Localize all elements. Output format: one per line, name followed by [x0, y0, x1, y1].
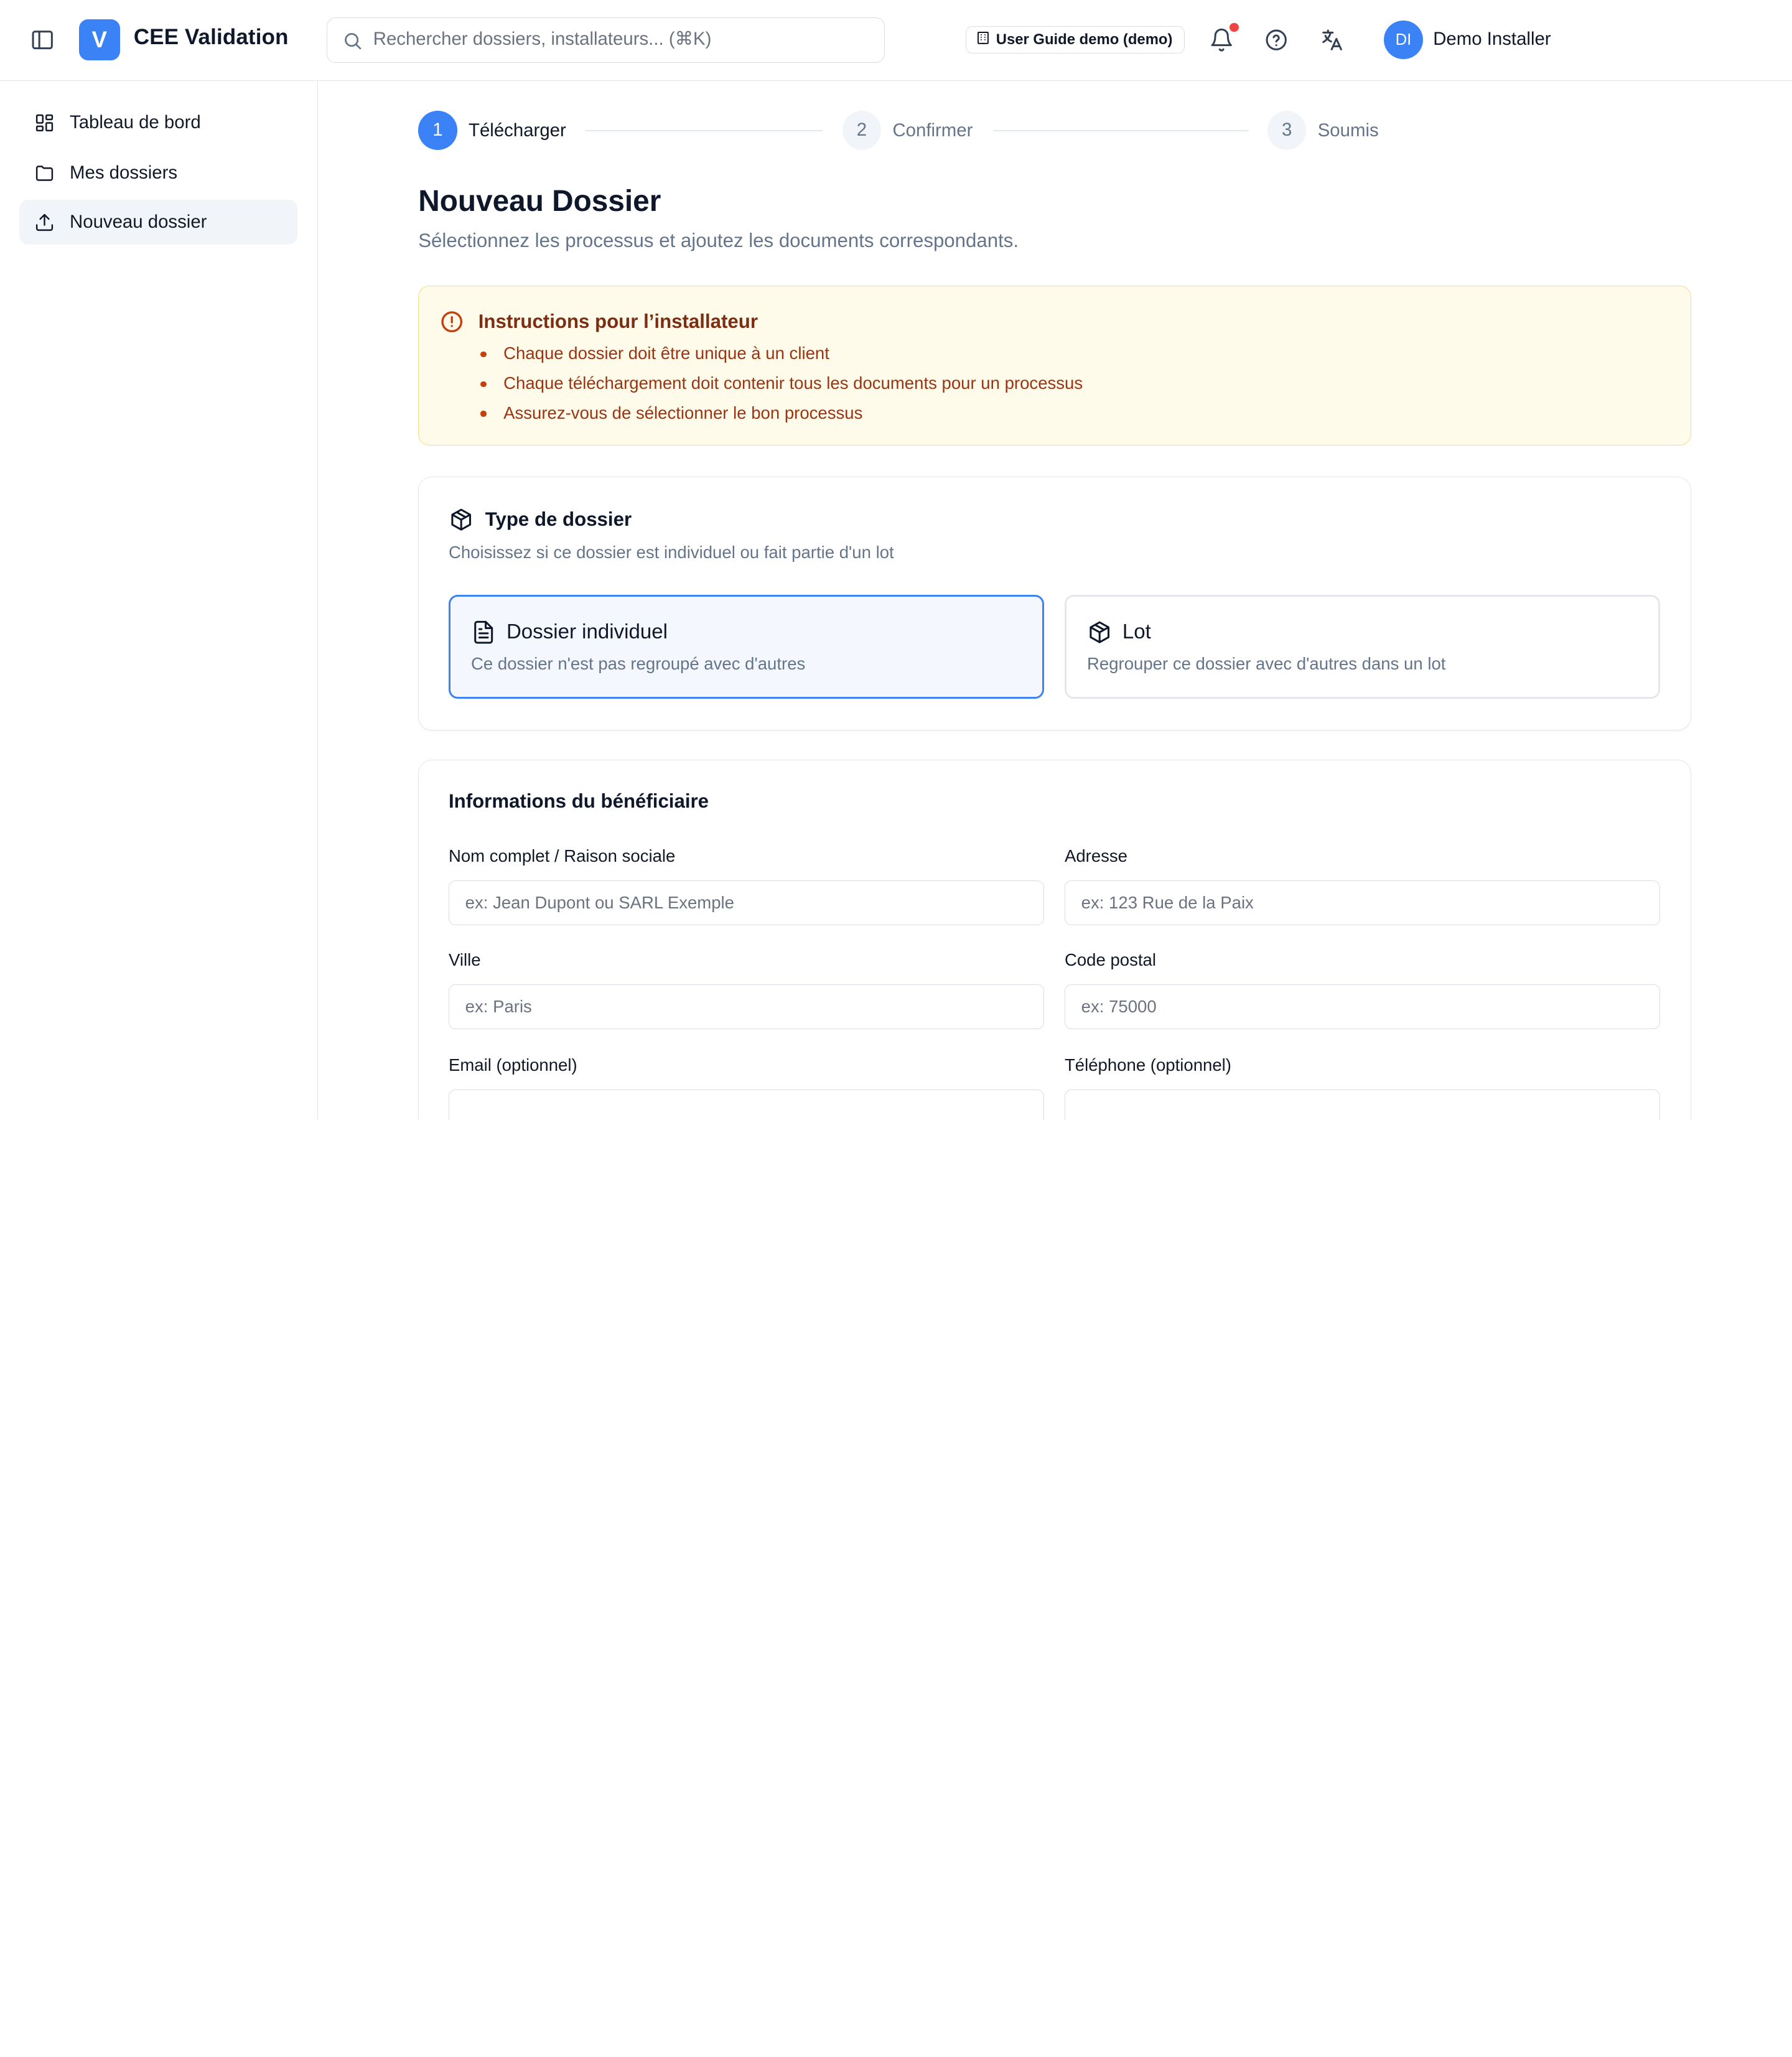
dossier-type-description: Choisissez si ce dossier est individuel …	[448, 542, 894, 562]
step-3-label: Soumis	[1317, 119, 1379, 141]
top-header: V CEE Validation User Guide demo (demo) …	[0, 0, 1792, 82]
step-connector	[585, 130, 823, 132]
avatar[interactable]: DI	[1384, 21, 1423, 60]
phone-label: Téléphone (optionnel)	[1064, 1055, 1231, 1075]
option-lot[interactable]: Lot Regrouper ce dossier avec d'autres d…	[1064, 595, 1660, 699]
page-title: Nouveau Dossier	[418, 184, 661, 218]
dossier-type-card: Type de dossier Choisissez si ce dossier…	[418, 476, 1692, 730]
demo-badge[interactable]: User Guide demo (demo)	[966, 26, 1185, 54]
option-title: Lot	[1122, 620, 1151, 643]
document-icon	[471, 620, 496, 645]
beneficiary-card: Informations du bénéficiaire Nom complet…	[418, 760, 1692, 1120]
step-2-circle: 2	[842, 111, 882, 150]
dossier-type-header: Type de dossier	[449, 507, 632, 532]
instructions-title: Instructions pour l’installateur	[478, 310, 758, 332]
instruction-item: Chaque téléchargement doit contenir tous…	[478, 372, 1083, 402]
sidebar-item-label: Mes dossiers	[70, 162, 178, 184]
full-name-input[interactable]	[448, 880, 1044, 925]
instruction-item: Chaque dossier doit être unique à un cli…	[478, 342, 1083, 372]
app-title: CEE Validation	[133, 25, 289, 50]
search-input[interactable]	[373, 17, 876, 62]
phone-input[interactable]	[1064, 1089, 1660, 1120]
email-input[interactable]	[448, 1089, 1044, 1120]
beneficiary-title: Informations du bénéficiaire	[448, 790, 709, 813]
option-title: Dossier individuel	[506, 620, 668, 643]
demo-badge-label: User Guide demo (demo)	[996, 31, 1173, 49]
upload-icon	[34, 212, 55, 233]
main-content: 1 Télécharger 2 Confirmer 3 Soumis Nouve…	[319, 81, 1792, 1120]
address-label: Adresse	[1064, 846, 1128, 866]
alert-circle-icon	[439, 309, 464, 334]
sidebar: Tableau de bord Mes dossiers Nouveau dos…	[0, 81, 318, 1120]
user-name[interactable]: Demo Installer	[1433, 29, 1551, 50]
instructions-alert: Instructions pour l’installateur Chaque …	[418, 286, 1692, 446]
translate-icon[interactable]	[1319, 27, 1344, 52]
notification-dot	[1230, 22, 1239, 32]
city-label: Ville	[448, 950, 481, 970]
option-individual-dossier[interactable]: Dossier individuel Ce dossier n'est pas …	[448, 595, 1044, 699]
building-icon	[976, 30, 991, 50]
dossier-type-title: Type de dossier	[485, 508, 632, 530]
page-subtitle: Sélectionnez les processus et ajoutez le…	[418, 230, 1019, 252]
step-1-circle: 1	[418, 111, 457, 150]
sidebar-item-label: Nouveau dossier	[70, 212, 207, 233]
sidebar-item-label: Tableau de bord	[70, 112, 201, 133]
address-input[interactable]	[1064, 880, 1660, 925]
postal-code-input[interactable]	[1064, 984, 1660, 1029]
step-1-label: Télécharger	[469, 119, 566, 141]
step-2-label: Confirmer	[892, 119, 973, 141]
folder-icon	[34, 163, 55, 184]
sidebar-item-new-dossier[interactable]: Nouveau dossier	[19, 200, 297, 245]
package-icon	[1087, 620, 1112, 645]
search-icon	[342, 30, 363, 51]
option-head: Lot	[1087, 620, 1151, 645]
dashboard-icon	[34, 113, 55, 133]
help-icon[interactable]	[1264, 27, 1289, 52]
postal-code-label: Code postal	[1064, 950, 1156, 970]
search-box[interactable]	[327, 17, 885, 63]
option-head: Dossier individuel	[471, 620, 668, 645]
option-description: Ce dossier n'est pas regroupé avec d'aut…	[471, 653, 806, 673]
package-icon	[449, 507, 474, 532]
app-logo: V	[78, 19, 120, 61]
step-connector	[993, 130, 1249, 132]
sidebar-toggle-icon[interactable]	[30, 27, 55, 52]
city-input[interactable]	[448, 984, 1044, 1029]
option-description: Regrouper ce dossier avec d'autres dans …	[1087, 653, 1446, 673]
instructions-list: Chaque dossier doit être unique à un cli…	[478, 342, 1083, 431]
bell-icon[interactable]	[1209, 27, 1234, 52]
sidebar-item-dashboard[interactable]: Tableau de bord	[19, 101, 297, 146]
email-label: Email (optionnel)	[448, 1055, 577, 1075]
full-name-label: Nom complet / Raison sociale	[448, 846, 676, 866]
step-3-circle: 3	[1267, 111, 1307, 150]
instruction-item: Assurez-vous de sélectionner le bon proc…	[478, 402, 1083, 432]
sidebar-item-my-dossiers[interactable]: Mes dossiers	[19, 151, 297, 195]
